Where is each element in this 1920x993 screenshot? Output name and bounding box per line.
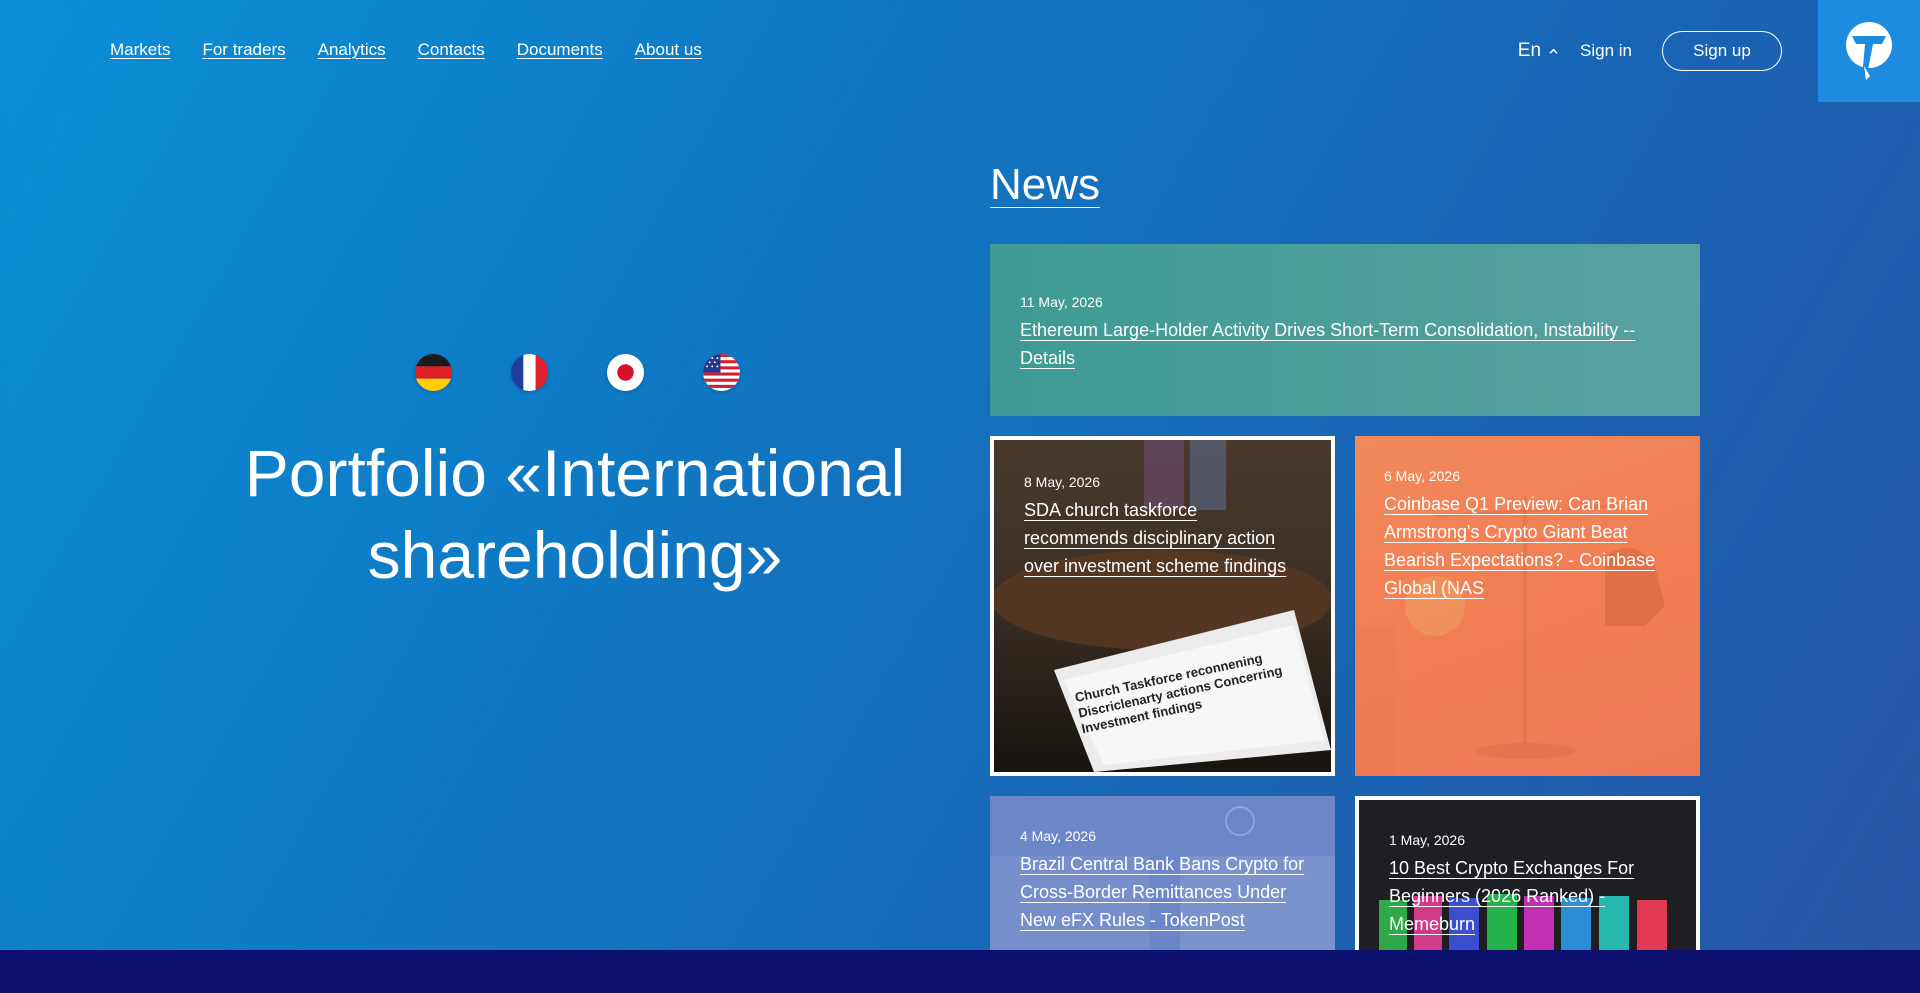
nav-about-us[interactable]: About us xyxy=(635,40,702,60)
news-date: 8 May, 2026 xyxy=(1024,474,1101,490)
news-card[interactable]: 11 May, 2026 Ethereum Large-Holder Activ… xyxy=(990,244,1700,416)
nav-for-traders[interactable]: For traders xyxy=(202,40,285,60)
news-title-link[interactable]: Ethereum Large-Holder Activity Drives Sh… xyxy=(1020,320,1635,368)
bottom-section-band xyxy=(0,950,1920,993)
news-card[interactable]: Church Taskforce reconnening Discriclena… xyxy=(990,436,1335,776)
news-title-link[interactable]: Coinbase Q1 Preview: Can Brian Armstrong… xyxy=(1384,494,1655,598)
news-date: 11 May, 2026 xyxy=(1020,294,1103,310)
logo-icon xyxy=(1846,22,1892,80)
usa-flag-icon xyxy=(703,354,740,391)
news-date: 6 May, 2026 xyxy=(1384,468,1461,484)
france-flag-icon xyxy=(511,354,548,391)
portfolio-title-line2: shareholding» xyxy=(367,518,783,592)
news-date: 1 May, 2026 xyxy=(1389,832,1466,848)
nav-documents[interactable]: Documents xyxy=(517,40,603,60)
main-nav: Markets For traders Analytics Contacts D… xyxy=(110,40,702,60)
signin-link[interactable]: Sign in xyxy=(1580,41,1632,61)
brand-logo[interactable] xyxy=(1818,0,1920,102)
language-selector[interactable]: En xyxy=(1518,40,1558,62)
news-title-link[interactable]: Brazil Central Bank Bans Crypto for Cros… xyxy=(1020,854,1304,930)
news-heading[interactable]: News xyxy=(990,160,1100,210)
news-title-link[interactable]: SDA church taskforce recommends discipli… xyxy=(1024,500,1286,576)
news-date: 4 May, 2026 xyxy=(1020,828,1097,844)
portfolio-title-line1: Portfolio «International xyxy=(244,436,906,510)
nav-markets[interactable]: Markets xyxy=(110,40,170,60)
news-title-link[interactable]: 10 Best Crypto Exchanges For Beginners (… xyxy=(1389,858,1634,934)
news-card[interactable]: 6 May, 2026 Coinbase Q1 Preview: Can Bri… xyxy=(1355,436,1700,776)
nav-contacts[interactable]: Contacts xyxy=(418,40,485,60)
germany-flag-icon xyxy=(415,354,452,391)
chevron-up-icon xyxy=(1549,48,1558,54)
country-flags xyxy=(415,354,740,391)
header-actions: En Sign in Sign up xyxy=(1518,31,1782,71)
portfolio-title: Portfolio «International shareholding» xyxy=(200,432,950,596)
signup-button[interactable]: Sign up xyxy=(1662,31,1782,71)
japan-flag-icon xyxy=(607,354,644,391)
nav-analytics[interactable]: Analytics xyxy=(318,40,386,60)
language-label: En xyxy=(1517,40,1542,61)
